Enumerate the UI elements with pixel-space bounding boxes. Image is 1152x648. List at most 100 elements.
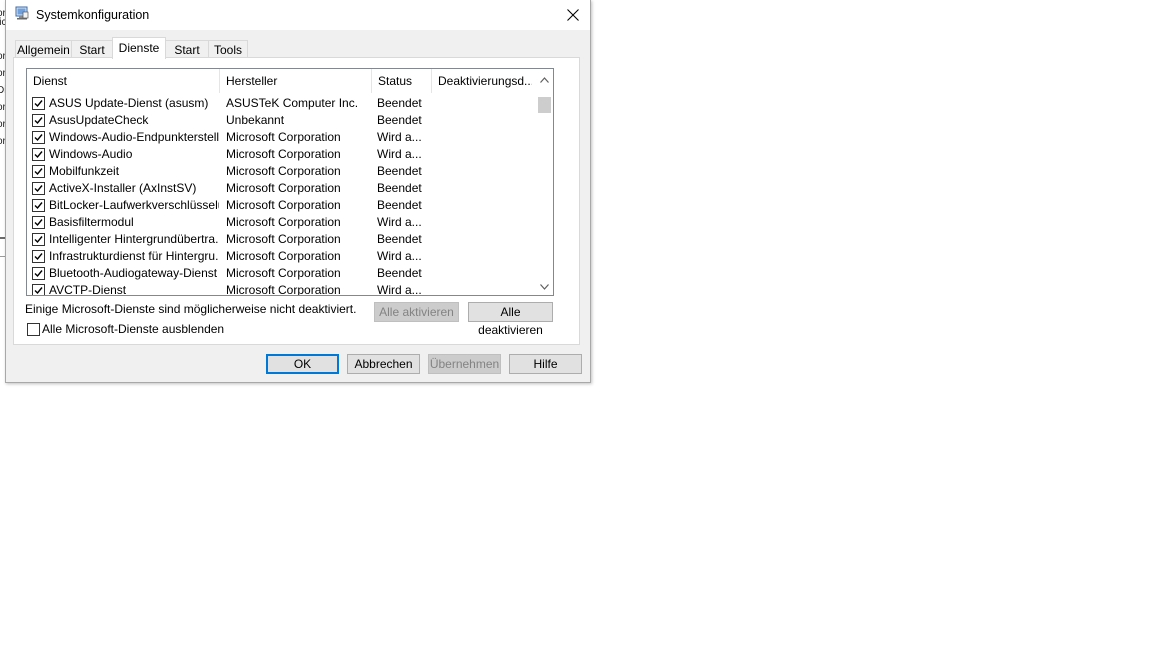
help-label: Hilfe (533, 357, 558, 371)
status-cell: Wird a... (377, 283, 422, 296)
msconfig-icon (15, 6, 29, 20)
system-configuration-dialog: Systemkonfiguration Allgemein Start Dien… (5, 0, 591, 383)
tab-dienste[interactable]: Dienste (112, 37, 166, 59)
status-cell: Wird a... (377, 249, 422, 263)
status-cell: Wird a... (377, 147, 422, 161)
service-checkbox[interactable] (32, 114, 45, 127)
status-cell: Beendet (377, 164, 422, 178)
vendor-cell: Microsoft Corporation (226, 266, 341, 280)
disable-all-label: Alle deaktivieren (478, 305, 543, 337)
vendor-cell: Microsoft Corporation (226, 249, 341, 263)
microsoft-services-note: Einige Microsoft-Dienste sind möglicherw… (25, 302, 357, 316)
disable-date-cell (438, 197, 528, 214)
service-name-cell: BitLocker-Laufwerkverschlüsselu... (49, 198, 219, 212)
service-checkbox[interactable] (32, 97, 45, 110)
ok-button[interactable]: OK (266, 354, 339, 374)
scroll-thumb[interactable] (538, 97, 551, 113)
service-checkbox[interactable] (32, 182, 45, 195)
column-header-service[interactable]: Dienst (27, 69, 220, 93)
table-row[interactable]: AsusUpdateCheck Unbekannt Beendet (27, 112, 537, 129)
table-row[interactable]: ActiveX-Installer (AxInstSV) Microsoft Co… (27, 180, 537, 197)
services-panel: Dienst Hersteller Status Deaktivierungsd… (13, 57, 580, 345)
help-button[interactable]: Hilfe (509, 354, 582, 374)
table-row[interactable]: Mobilfunkzeit Microsoft Corporation Beende… (27, 163, 537, 180)
status-cell: Beendet (377, 232, 422, 246)
title-bar: Systemkonfiguration (6, 0, 590, 30)
service-name-cell: Mobilfunkzeit (49, 164, 120, 178)
service-checkbox[interactable] (32, 216, 45, 229)
vendor-cell: Microsoft Corporation (226, 198, 341, 212)
service-name-cell: ActiveX-Installer (AxInstSV) (49, 181, 197, 195)
service-name-cell: AsusUpdateCheck (49, 113, 149, 127)
vendor-cell: Microsoft Corporation (226, 232, 341, 246)
service-checkbox[interactable] (32, 250, 45, 263)
table-row[interactable]: Windows-Audio Microsoft Corporation Wird a… (27, 146, 537, 163)
column-header-vendor[interactable]: Hersteller (220, 69, 372, 93)
services-list[interactable]: Dienst Hersteller Status Deaktivierungsd… (26, 68, 554, 296)
table-row[interactable]: Bluetooth-Audiogateway-Dienst Microsoft C… (27, 265, 537, 282)
table-row[interactable]: ASUS Update-Dienst (asusm) ASUSTeK Comput… (27, 95, 537, 112)
disable-date-cell (438, 95, 528, 112)
service-checkbox[interactable] (32, 284, 45, 295)
table-row[interactable]: Basisfiltermodul Microsoft Corporation Wir… (27, 214, 537, 231)
disable-date-cell (438, 231, 528, 248)
tab-allgemein[interactable]: Allgemein (15, 40, 72, 58)
chevron-down-icon (540, 283, 549, 290)
cancel-button[interactable]: Abbrechen (347, 354, 420, 374)
vertical-scrollbar[interactable] (536, 69, 553, 295)
vendor-cell: Unbekannt (226, 113, 285, 127)
status-cell: Wird a... (377, 215, 422, 229)
status-cell: Beendet (377, 96, 422, 110)
table-row[interactable]: Windows-Audio-Endpunkterstell... Microsof… (27, 129, 537, 146)
table-row[interactable]: Intelligenter Hintergrundübertra... Micro… (27, 231, 537, 248)
service-checkbox[interactable] (32, 199, 45, 212)
scroll-up-button[interactable] (536, 71, 553, 88)
service-name-cell: ASUS Update-Dienst (asusm) (49, 96, 209, 110)
service-name-cell: Windows-Audio-Endpunkterstell... (49, 130, 219, 144)
vendor-cell: Microsoft Corporation (226, 164, 341, 178)
table-row[interactable]: AVCTP-Dienst Microsoft Corporation Wird a.… (27, 282, 537, 296)
service-name-cell: Basisfiltermodul (49, 215, 134, 229)
table-row[interactable]: BitLocker-Laufwerkverschlüsselu... Micros… (27, 197, 537, 214)
vendor-cell: ASUSTeK Computer Inc. (226, 96, 359, 110)
hide-microsoft-services-label: Alle Microsoft-Dienste ausblenden (42, 322, 225, 336)
service-checkbox[interactable] (32, 165, 45, 178)
tab-start-2[interactable]: Start (165, 40, 209, 58)
vendor-cell: Microsoft Corporation (226, 283, 341, 296)
column-header-disable-date[interactable]: Deaktivierungsd... (432, 69, 532, 93)
window-title: Systemkonfiguration (36, 8, 150, 22)
checkbox-unchecked[interactable] (27, 323, 40, 336)
disable-date-cell (438, 129, 528, 146)
vendor-cell: Microsoft Corporation (226, 215, 341, 229)
service-name-cell: Intelligenter Hintergrundübertra... (49, 232, 219, 246)
scroll-down-button[interactable] (536, 278, 553, 295)
enable-all-button[interactable]: Alle aktivieren (374, 302, 459, 322)
apply-button[interactable]: Übernehmen (428, 354, 501, 374)
service-checkbox[interactable] (32, 233, 45, 246)
service-name-cell: Bluetooth-Audiogateway-Dienst (49, 266, 218, 280)
close-button[interactable] (556, 0, 590, 30)
service-name-cell: Windows-Audio (49, 147, 133, 161)
status-cell: Beendet (377, 181, 422, 195)
service-name-cell: Infrastrukturdienst für Hintergru... (49, 249, 219, 263)
status-cell: Wird a... (377, 130, 422, 144)
status-cell: Beendet (377, 198, 422, 212)
table-row[interactable]: Infrastrukturdienst für Hintergru... Micr… (27, 248, 537, 265)
column-header-status[interactable]: Status (372, 69, 432, 93)
apply-label: Übernehmen (429, 357, 500, 371)
disable-date-cell (438, 214, 528, 231)
disable-date-cell (438, 282, 528, 295)
tab-tools[interactable]: Tools (208, 40, 248, 58)
service-checkbox[interactable] (32, 131, 45, 144)
disable-date-cell (438, 163, 528, 180)
chevron-up-icon (540, 76, 549, 83)
cancel-label: Abbrechen (354, 357, 413, 371)
disable-date-cell (438, 265, 528, 282)
list-rows: ASUS Update-Dienst (asusm) ASUSTeK Comput… (27, 95, 537, 296)
service-checkbox[interactable] (32, 148, 45, 161)
service-checkbox[interactable] (32, 267, 45, 280)
tab-start[interactable]: Start (71, 40, 113, 58)
disable-all-button[interactable]: Alle deaktivieren (468, 302, 553, 337)
disable-date-cell (438, 146, 528, 163)
enable-all-label: Alle aktivieren (379, 305, 454, 319)
